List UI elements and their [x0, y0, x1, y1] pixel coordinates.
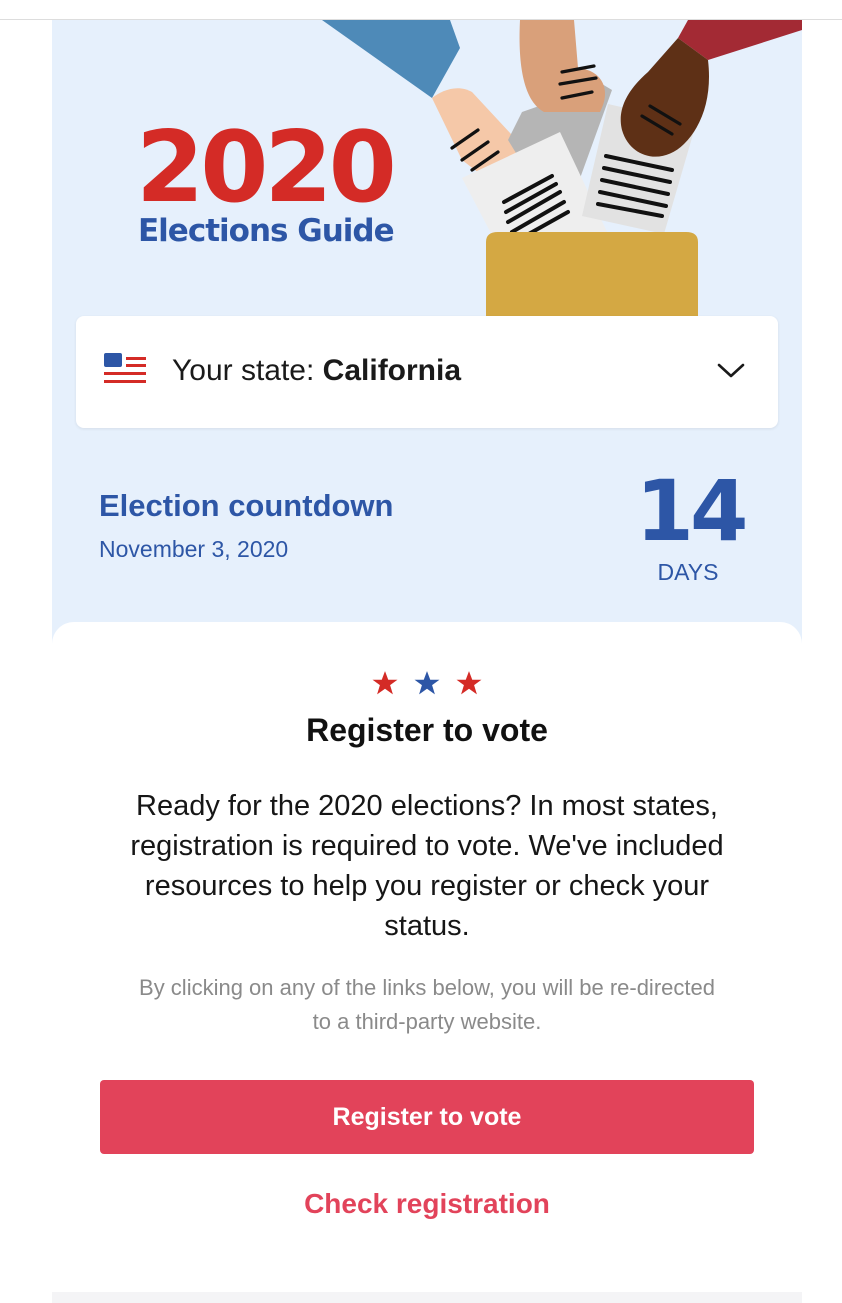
star-icon — [414, 671, 440, 695]
state-selector[interactable]: Your state: California — [76, 316, 778, 428]
register-to-vote-button[interactable]: Register to vote — [100, 1080, 754, 1154]
register-title: Register to vote — [306, 712, 548, 748]
state-selector-label: Your state: California — [172, 352, 461, 390]
countdown-unit: DAYS — [657, 559, 719, 585]
stars-row — [52, 670, 802, 696]
star-icon — [456, 671, 482, 695]
star-icon — [372, 671, 398, 695]
chevron-down-icon[interactable] — [716, 358, 746, 382]
register-description: Ready for the 2020 elections? In most st… — [130, 790, 724, 942]
hero-logo: 2020 Elections Guide — [136, 111, 436, 248]
hero-subtitle: Elections Guide — [138, 213, 395, 249]
state-label: Your state: — [172, 354, 323, 387]
state-value: California — [322, 354, 462, 387]
register-card: Register to vote Ready for the 2020 elec… — [52, 622, 802, 1282]
check-registration-link[interactable]: Check registration — [52, 1188, 802, 1220]
countdown-label: Election countdown — [99, 488, 394, 523]
third-party-notice: By clicking on any of the links below, y… — [139, 975, 715, 1034]
countdown-date: November 3, 2020 — [99, 536, 289, 562]
us-flag-icon — [104, 353, 146, 383]
bottom-strip — [52, 1292, 802, 1303]
hero-year: 2020 — [136, 111, 397, 225]
countdown-number: 14 — [635, 462, 749, 560]
hero-panel: 2020 Elections Guide Your state: Califor… — [52, 20, 802, 660]
